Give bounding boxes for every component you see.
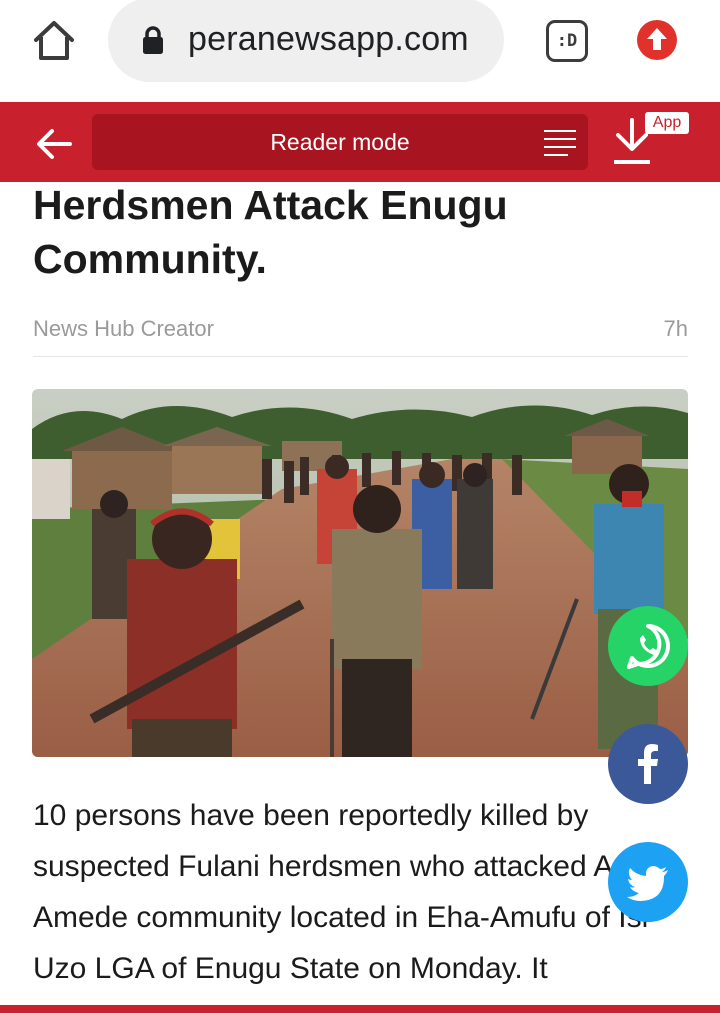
app-badge[interactable]: App bbox=[645, 112, 689, 134]
whatsapp-icon bbox=[627, 624, 670, 669]
whatsapp-share-button[interactable] bbox=[608, 606, 688, 686]
twitter-share-button[interactable] bbox=[608, 842, 688, 922]
back-arrow-icon[interactable] bbox=[34, 124, 74, 164]
lock-icon bbox=[143, 26, 163, 54]
url-text[interactable]: peranewsapp.com bbox=[188, 20, 469, 59]
article-photo bbox=[32, 389, 688, 757]
meta-divider bbox=[33, 356, 688, 357]
home-icon[interactable] bbox=[30, 18, 78, 64]
app-header: Reader mode App bbox=[0, 102, 720, 182]
facebook-share-button[interactable] bbox=[608, 724, 688, 804]
facebook-icon bbox=[638, 744, 658, 784]
bottom-accent-bar bbox=[0, 1005, 720, 1013]
update-arrow-icon[interactable] bbox=[636, 19, 678, 61]
browser-toolbar: peranewsapp.com :D bbox=[0, 0, 720, 102]
reader-mode-button[interactable]: Reader mode bbox=[92, 114, 588, 170]
menu-lines-icon[interactable] bbox=[544, 129, 576, 157]
article-body: 10 persons have been reportedly killed b… bbox=[33, 799, 659, 985]
article-time: 7h bbox=[663, 316, 688, 341]
tab-switcher-icon[interactable]: :D bbox=[546, 20, 588, 62]
article-source[interactable]: News Hub Creator bbox=[33, 316, 214, 342]
article-title: Herdsmen Attack Enugu Community. bbox=[33, 182, 508, 282]
twitter-icon bbox=[627, 866, 668, 901]
reader-mode-label: Reader mode bbox=[270, 129, 410, 155]
